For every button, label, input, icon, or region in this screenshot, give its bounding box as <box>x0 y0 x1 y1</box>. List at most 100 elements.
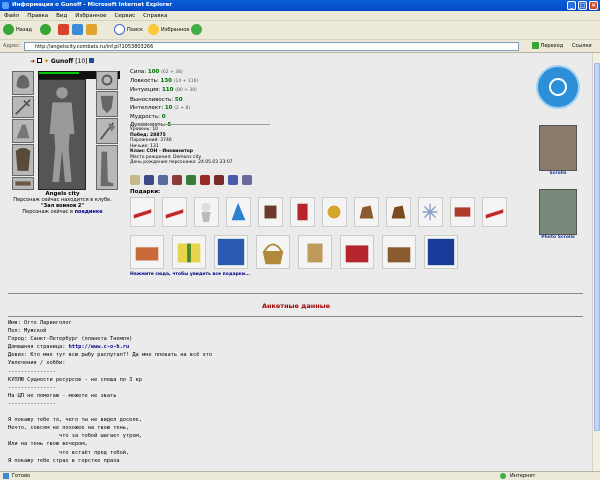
address-bar: Адрес: http://angelscity.combats.ru/inf.… <box>0 40 600 53</box>
home-icon <box>86 24 97 35</box>
armor-slot[interactable] <box>12 144 34 176</box>
media-button[interactable] <box>191 24 204 37</box>
star-icon <box>148 24 159 35</box>
character-avatar <box>38 79 86 190</box>
scales-icon[interactable] <box>536 65 580 109</box>
boots-slot[interactable] <box>96 145 118 190</box>
window-title: Информация о Gunoff - Microsoft Internet… <box>12 2 172 8</box>
menu-tools[interactable]: Сервис <box>111 11 140 21</box>
gift-sled[interactable] <box>130 197 155 227</box>
profile-text: Имя: Отто Ларинголог Пол: Мужской Город: С… <box>8 319 212 465</box>
close-button[interactable]: × <box>589 1 598 10</box>
menu-file[interactable]: Файл <box>0 11 23 21</box>
weapon-slot[interactable] <box>12 96 34 118</box>
gloves-slot[interactable] <box>12 119 34 143</box>
menu-favorites[interactable]: Избранное <box>71 11 110 21</box>
badge-icon[interactable] <box>144 175 154 185</box>
internet-zone-icon <box>500 473 506 479</box>
menu-help[interactable]: Справка <box>139 11 171 21</box>
page-icon <box>3 473 9 479</box>
gift-basket[interactable] <box>256 235 290 269</box>
gift-cake[interactable] <box>130 235 164 269</box>
gift-blue-card[interactable] <box>424 235 458 269</box>
badge-icon[interactable] <box>186 175 196 185</box>
profile-hobby: Увлечения / хобби: <box>8 360 66 367</box>
address-input[interactable]: http://angelscity.combats.ru/inf.pl?1053… <box>24 42 519 51</box>
gift-books[interactable] <box>450 197 475 227</box>
gift-horse[interactable] <box>354 197 379 227</box>
profile-line: Нечто, совсем не похожее на твою тень, <box>8 425 130 432</box>
go-button[interactable]: Переход <box>532 42 563 51</box>
info-icon[interactable] <box>89 58 95 63</box>
badge-icon[interactable] <box>228 175 238 185</box>
vertical-scrollbar[interactable] <box>592 53 600 471</box>
links-button[interactable]: Ссылки <box>572 42 592 51</box>
gift-bracelet[interactable] <box>258 197 283 227</box>
all-gifts-link[interactable]: Нажмите сюда, чтобы увидеть все подарки.… <box>130 272 250 277</box>
window-titlebar: Информация о Gunoff - Microsoft Internet… <box>0 0 600 11</box>
badge-icon[interactable] <box>242 175 252 185</box>
gift-figure[interactable] <box>194 197 219 227</box>
gift-blue-hat[interactable] <box>226 197 251 227</box>
forward-arrow-icon <box>40 24 51 35</box>
shield-slot[interactable] <box>96 91 118 117</box>
gift-chest[interactable] <box>382 235 416 269</box>
photo-scrolls-icon[interactable] <box>539 189 577 235</box>
gift-sled[interactable] <box>482 197 507 227</box>
favorites-button[interactable]: Избранное <box>148 24 189 37</box>
badge-icon[interactable] <box>200 175 210 185</box>
gift-horse[interactable] <box>386 197 411 227</box>
character-header: ➜ ✦ Gunoff [10] <box>30 58 95 65</box>
homepage-link[interactable]: http://www.c-o-h.ru <box>69 344 130 350</box>
profile-line: --------------- <box>8 368 56 375</box>
badge-icon[interactable] <box>214 175 224 185</box>
gift-red-box[interactable] <box>340 235 374 269</box>
menu-edit[interactable]: Правка <box>23 11 52 21</box>
badge-icon[interactable] <box>172 175 182 185</box>
photo-scrolls-label[interactable]: Photo Scrolls <box>536 235 580 240</box>
helmet-slot[interactable] <box>12 71 34 95</box>
gift-gold-coin[interactable] <box>322 197 347 227</box>
profile-line: --------------- <box>8 400 56 407</box>
badge-icon[interactable] <box>130 175 140 185</box>
arrow-icon: ➜ <box>30 58 36 65</box>
refresh-icon <box>72 24 83 35</box>
home-button[interactable] <box>86 24 99 37</box>
back-arrow-icon <box>3 24 14 35</box>
profile-line <box>8 408 212 416</box>
forward-button[interactable] <box>40 24 53 37</box>
page-content: ➜ ✦ Gunoff [10] Angels city Персонаж сей… <box>0 53 592 471</box>
scrollbar-thumb[interactable] <box>594 63 600 431</box>
media-icon <box>191 24 202 35</box>
menu-view[interactable]: Вид <box>52 11 71 21</box>
gift-sled[interactable] <box>162 197 187 227</box>
battle-link[interactable]: поединке <box>75 209 103 215</box>
maximize-button[interactable]: □ <box>578 1 587 10</box>
gift-card-2007[interactable] <box>214 235 248 269</box>
info-birthday: День рождения персонажа: 24.05.03 23:07 <box>130 160 233 165</box>
axe-slot[interactable] <box>96 118 118 144</box>
right-panel: Scrolls Photo Scrolls <box>536 65 580 240</box>
section-divider <box>8 316 583 317</box>
search-button[interactable]: Поиск <box>114 24 143 37</box>
profile-motto: Девиз: Кто мне тут всю рыбу распугал?! Д… <box>8 352 213 359</box>
refresh-button[interactable] <box>72 24 85 37</box>
stat-row: Ловкость: 130 (14 + 116) <box>130 78 199 85</box>
belt-slot[interactable] <box>12 177 34 190</box>
scrolls-icon[interactable] <box>539 125 577 171</box>
gift-lantern[interactable] <box>298 235 332 269</box>
scrolls-label[interactable]: Scrolls <box>536 171 580 176</box>
status-text: Готово <box>12 473 31 479</box>
ring-slot[interactable] <box>96 71 118 90</box>
profile-line: что за тобой шагает утром, <box>8 433 142 440</box>
gift-yellow-box[interactable] <box>172 235 206 269</box>
gift-red-box[interactable] <box>290 197 315 227</box>
stop-button[interactable] <box>58 24 71 37</box>
back-button[interactable]: Назад <box>3 24 32 37</box>
gift-snowflake[interactable] <box>418 197 443 227</box>
character-figure <box>49 87 75 182</box>
profile-line: На ЦП не помогаю - можете не звать <box>8 392 117 399</box>
profile-line: Я покажу тебе то, чего ты не видел досел… <box>8 417 142 424</box>
badge-icon[interactable] <box>158 175 168 185</box>
minimize-button[interactable]: _ <box>567 1 576 10</box>
